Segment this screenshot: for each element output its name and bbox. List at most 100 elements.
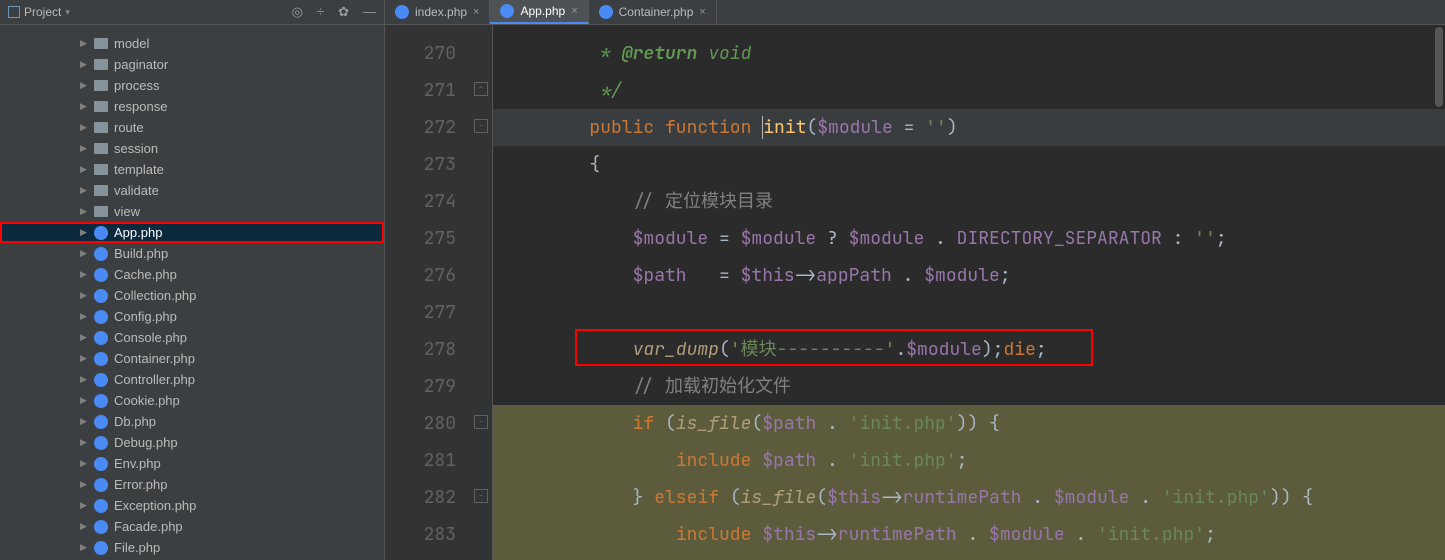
- expand-arrow-icon[interactable]: ▶: [80, 164, 90, 175]
- editor-tab[interactable]: App.php×: [490, 0, 588, 24]
- target-icon[interactable]: ◎: [292, 4, 303, 20]
- tree-file[interactable]: ▶Facade.php: [0, 516, 384, 537]
- tree-file[interactable]: ▶Collection.php: [0, 285, 384, 306]
- tree-file[interactable]: ▶Console.php: [0, 327, 384, 348]
- line-number[interactable]: 276: [385, 257, 492, 294]
- tree-file[interactable]: ▶Debug.php: [0, 432, 384, 453]
- tree-folder[interactable]: ▶route: [0, 117, 384, 138]
- code-line[interactable]: // 加载初始化文件: [493, 368, 1445, 405]
- tree-file[interactable]: ▶Controller.php: [0, 369, 384, 390]
- code-line[interactable]: if (is_file($path . 'init.php')) {: [493, 405, 1445, 442]
- code-token: $this: [762, 523, 816, 546]
- gear-icon[interactable]: ✿: [338, 4, 349, 20]
- code-token: '': [1194, 227, 1216, 250]
- tree-folder[interactable]: ▶view: [0, 201, 384, 222]
- line-number[interactable]: 280: [385, 405, 492, 442]
- line-number[interactable]: 283: [385, 516, 492, 553]
- expand-arrow-icon[interactable]: ▶: [80, 59, 90, 70]
- line-number[interactable]: 277: [385, 294, 492, 331]
- collapse-icon[interactable]: ÷: [317, 4, 324, 20]
- tree-file[interactable]: ▶Cookie.php: [0, 390, 384, 411]
- line-number[interactable]: 284: [385, 553, 492, 560]
- expand-arrow-icon[interactable]: ▶: [80, 500, 90, 511]
- tree-folder[interactable]: ▶paginator: [0, 54, 384, 75]
- tree-file[interactable]: ▶Exception.php: [0, 495, 384, 516]
- expand-arrow-icon[interactable]: ▶: [80, 38, 90, 49]
- tree-file[interactable]: ▶Env.php: [0, 453, 384, 474]
- tree-file[interactable]: ▶Cache.php: [0, 264, 384, 285]
- code-line[interactable]: include $this->runtimePath . $module . '…: [493, 516, 1445, 553]
- expand-arrow-icon[interactable]: ▶: [80, 437, 90, 448]
- expand-arrow-icon[interactable]: ▶: [80, 416, 90, 427]
- tree-file[interactable]: ▶App.php: [0, 222, 384, 243]
- tree-folder[interactable]: ▶process: [0, 75, 384, 96]
- expand-arrow-icon[interactable]: ▶: [80, 353, 90, 364]
- code-line[interactable]: var_dump('模块----------'.$module);die;: [493, 331, 1445, 368]
- tree-folder[interactable]: ▶validate: [0, 180, 384, 201]
- tree-file[interactable]: ▶Db.php: [0, 411, 384, 432]
- expand-arrow-icon[interactable]: ▶: [80, 227, 90, 238]
- expand-arrow-icon[interactable]: ▶: [80, 185, 90, 196]
- code-line[interactable]: */: [493, 72, 1445, 109]
- line-number[interactable]: 273: [385, 146, 492, 183]
- expand-arrow-icon[interactable]: ▶: [80, 122, 90, 133]
- expand-arrow-icon[interactable]: ▶: [80, 311, 90, 322]
- editor-tab[interactable]: Container.php×: [589, 0, 717, 24]
- code-area[interactable]: * @return void */ public function init($…: [493, 25, 1445, 560]
- line-number[interactable]: 275: [385, 220, 492, 257]
- editor[interactable]: ⌃−−− 27027127227327427527627727827928028…: [385, 25, 1445, 560]
- hide-icon[interactable]: —: [363, 4, 376, 20]
- line-number[interactable]: 281: [385, 442, 492, 479]
- tree-folder[interactable]: ▶template: [0, 159, 384, 180]
- tree-file[interactable]: ▶Error.php: [0, 474, 384, 495]
- expand-arrow-icon[interactable]: ▶: [80, 479, 90, 490]
- sidebar-title[interactable]: Project ▾: [8, 5, 70, 19]
- expand-arrow-icon[interactable]: ▶: [80, 206, 90, 217]
- expand-arrow-icon[interactable]: ▶: [80, 395, 90, 406]
- expand-arrow-icon[interactable]: ▶: [80, 248, 90, 259]
- close-icon[interactable]: ×: [699, 6, 705, 18]
- expand-arrow-icon[interactable]: ▶: [80, 80, 90, 91]
- tree-folder[interactable]: ▶response: [0, 96, 384, 117]
- php-file-icon: [94, 352, 108, 366]
- expand-arrow-icon[interactable]: ▶: [80, 458, 90, 469]
- line-number[interactable]: 270: [385, 35, 492, 72]
- tree-folder[interactable]: ▶session: [0, 138, 384, 159]
- expand-arrow-icon[interactable]: ▶: [80, 374, 90, 385]
- code-line[interactable]: } else {: [493, 553, 1445, 560]
- expand-arrow-icon[interactable]: ▶: [80, 332, 90, 343]
- code-line[interactable]: } elseif (is_file($this->runtimePath . $…: [493, 479, 1445, 516]
- expand-arrow-icon[interactable]: ▶: [80, 143, 90, 154]
- code-line[interactable]: $module = $module ? $module . DIRECTORY_…: [493, 220, 1445, 257]
- code-token: $path: [762, 412, 816, 435]
- close-icon[interactable]: ×: [571, 5, 577, 17]
- expand-arrow-icon[interactable]: ▶: [80, 521, 90, 532]
- tree-file[interactable]: ▶File.php: [0, 537, 384, 558]
- code-line[interactable]: * @return void: [493, 35, 1445, 72]
- project-tree[interactable]: ▶model▶paginator▶process▶response▶route▶…: [0, 25, 384, 560]
- close-icon[interactable]: ×: [473, 6, 479, 18]
- code-line[interactable]: [493, 294, 1445, 331]
- line-number[interactable]: 272: [385, 109, 492, 146]
- expand-arrow-icon[interactable]: ▶: [80, 269, 90, 280]
- expand-arrow-icon[interactable]: ▶: [80, 101, 90, 112]
- code-line[interactable]: {: [493, 146, 1445, 183]
- line-number[interactable]: 274: [385, 183, 492, 220]
- code-line[interactable]: include $path . 'init.php';: [493, 442, 1445, 479]
- line-gutter[interactable]: ⌃−−− 27027127227327427527627727827928028…: [385, 25, 493, 560]
- line-number[interactable]: 282: [385, 479, 492, 516]
- code-line[interactable]: $path = $this->appPath . $module;: [493, 257, 1445, 294]
- code-line[interactable]: // 定位模块目录: [493, 183, 1445, 220]
- tree-file[interactable]: ▶Build.php: [0, 243, 384, 264]
- line-number[interactable]: 278: [385, 331, 492, 368]
- code-token: elseif: [654, 486, 730, 509]
- code-line[interactable]: public function init($module = ''): [493, 109, 1445, 146]
- tree-folder[interactable]: ▶model: [0, 33, 384, 54]
- tree-file[interactable]: ▶Container.php: [0, 348, 384, 369]
- line-number[interactable]: 271: [385, 72, 492, 109]
- tree-file[interactable]: ▶Config.php: [0, 306, 384, 327]
- expand-arrow-icon[interactable]: ▶: [80, 542, 90, 553]
- line-number[interactable]: 279: [385, 368, 492, 405]
- editor-tab[interactable]: index.php×: [385, 0, 490, 24]
- expand-arrow-icon[interactable]: ▶: [80, 290, 90, 301]
